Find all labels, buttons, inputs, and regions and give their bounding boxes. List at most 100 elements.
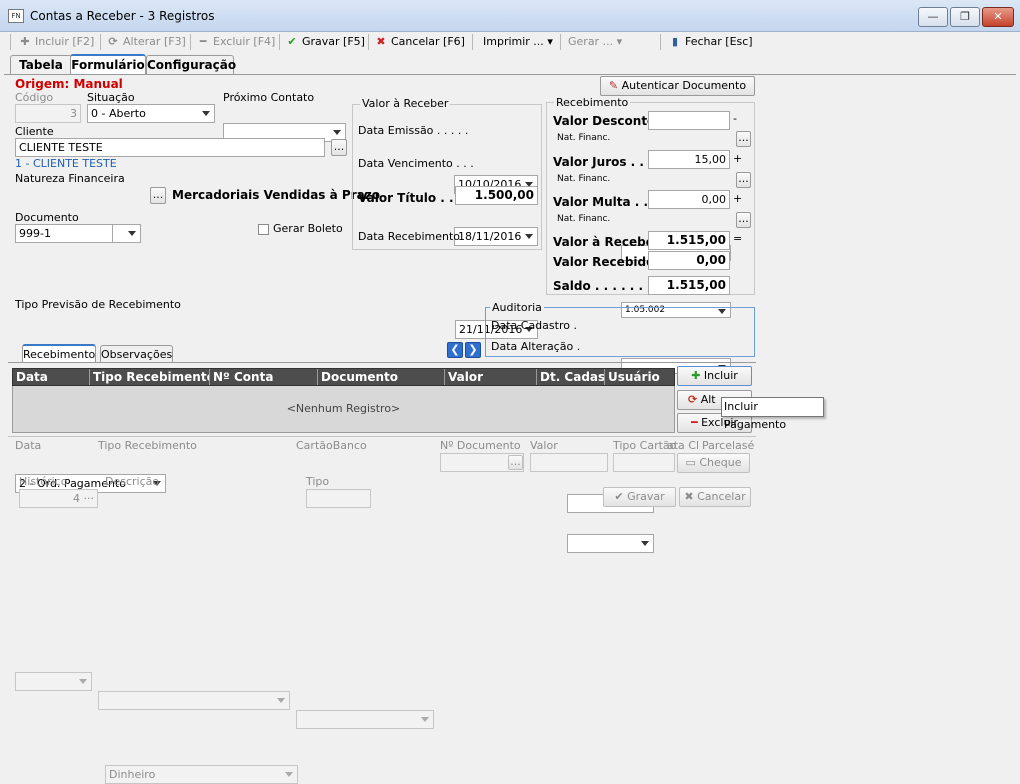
toolbar-separator	[190, 34, 191, 50]
tab-formulario[interactable]: Formulário	[70, 54, 146, 75]
column-header[interactable]: Valor	[445, 369, 537, 385]
cancelar-button[interactable]: ✖ Cancelar [F6]	[374, 32, 465, 52]
detail-cancelar-button[interactable]: ✖ Cancelar	[679, 487, 751, 507]
descricao-select[interactable]: Dinheiro	[105, 765, 298, 784]
saldo-field[interactable]: 1.515,00	[648, 276, 730, 295]
data-alteracao-field[interactable]	[567, 534, 654, 553]
detail-cartao-select[interactable]	[296, 710, 434, 729]
tab-configuracao[interactable]: Configuração	[146, 55, 236, 75]
detail-tipo-cartao-field[interactable]	[613, 453, 675, 472]
juros-field[interactable]: 15,00	[648, 150, 730, 169]
juros-label: Valor Juros . . . .	[553, 155, 662, 169]
detail-data-field[interactable]	[15, 672, 92, 691]
gravar-button[interactable]: ✔ Gravar [F5]	[285, 32, 365, 52]
column-header[interactable]: Nº Conta	[210, 369, 318, 385]
subtab-recebimento[interactable]: Recebimento	[22, 344, 96, 363]
documento-label: Documento	[15, 211, 79, 224]
imprimir-dropdown[interactable]: Imprimir ... ▾	[483, 32, 553, 52]
cliente-link[interactable]: 1 - CLIENTE TESTE	[15, 157, 117, 170]
historico-label: Histórico	[19, 475, 68, 488]
codigo-label: Código	[15, 91, 54, 104]
payments-grid-empty[interactable]: <Nenhum Registro>	[12, 386, 675, 433]
desconto-field[interactable]	[648, 111, 730, 130]
tab-tabela[interactable]: Tabela	[10, 55, 72, 75]
detail-tipo-select[interactable]	[98, 691, 290, 710]
proximo-contato-label: Próximo Contato	[223, 91, 315, 104]
prev-record-button[interactable]: ❮	[447, 342, 463, 358]
cliente-field[interactable]: CLIENTE TESTE	[15, 138, 325, 157]
tipo2-field[interactable]	[306, 489, 371, 508]
incluir-button[interactable]: ✚ Incluir [F2]	[18, 32, 94, 52]
toolbar-separator	[100, 34, 101, 50]
x-icon: ✖	[684, 490, 694, 503]
natureza-label: Natureza Financeira	[15, 172, 125, 185]
natureza-description: Mercadoriais Vendidas à Prazo	[172, 188, 380, 202]
gerar-boleto-checkbox[interactable]	[258, 224, 269, 235]
plus-icon: ✚	[20, 35, 30, 48]
vencimento-date-field[interactable]: 18/11/2016	[454, 227, 538, 246]
minus-icon: ━	[199, 35, 207, 48]
detail-tipo-label: Tipo Recebimento	[98, 439, 197, 452]
nat-financ-3-lookup-button[interactable]: ...	[736, 212, 751, 228]
column-header[interactable]: Dt. Cadastr	[537, 369, 605, 385]
detail-ndoc-lookup-button[interactable]: ...	[508, 455, 523, 470]
cliente-lookup-button[interactable]: ...	[331, 139, 347, 156]
window-title: Contas a Receber - 3 Registros	[30, 9, 215, 23]
column-header[interactable]: Usuário	[605, 369, 674, 385]
emissao-label: Data Emissão . . . . .	[358, 124, 469, 137]
historico-field[interactable]: 4 ···	[19, 489, 98, 508]
vencimento-label: Data Vencimento . . .	[358, 157, 474, 170]
auditoria-legend: Auditoria	[490, 301, 544, 314]
nat-financ-2-label: Nat. Financ.	[557, 174, 611, 184]
subtab-baseline	[8, 362, 756, 363]
multa-field[interactable]: 0,00	[648, 190, 730, 209]
detail-separator	[8, 436, 756, 437]
column-header[interactable]: Tipo Recebimento	[90, 369, 210, 385]
detail-parcela-label: Parcelasé	[702, 439, 755, 452]
codigo-field[interactable]: 3	[15, 104, 81, 123]
a-receber-field[interactable]: 1.515,00	[648, 231, 730, 250]
caret-down-icon: ▾	[616, 35, 623, 48]
a-receber-label: Valor à Receber	[553, 235, 660, 249]
toolbar-separator	[368, 34, 369, 50]
tab-baseline	[4, 74, 1016, 75]
close-window-button[interactable]: ✕	[982, 7, 1014, 27]
subtab-observacoes[interactable]: Observações	[100, 345, 173, 363]
recebido-field[interactable]: 0,00	[648, 251, 730, 270]
toolbar-grip	[10, 34, 11, 50]
nat-financ-1-lookup-button[interactable]: ...	[736, 131, 751, 147]
next-record-button[interactable]: ❯	[465, 342, 481, 358]
column-header[interactable]: Data	[13, 369, 90, 385]
detail-gravar-button[interactable]: ✔ Gravar	[603, 487, 676, 507]
autenticar-documento-button[interactable]: ✎ Autenticar Documento	[600, 76, 755, 96]
alterar-button[interactable]: ⟳ Alterar [F3]	[106, 32, 185, 52]
nat-financ-3-label: Nat. Financ.	[557, 214, 611, 224]
caret-down-icon: ▾	[547, 35, 553, 48]
excluir-button[interactable]: ━ Excluir [F4]	[196, 32, 276, 52]
toolbar-separator	[660, 34, 661, 50]
fechar-button[interactable]: ▮ Fechar [Esc]	[668, 32, 753, 52]
detail-valor-field[interactable]	[530, 453, 608, 472]
detail-data-cl-label: ata Cl	[667, 439, 700, 452]
valor-receber-legend: Valor à Receber	[360, 97, 451, 110]
column-header[interactable]: Documento	[318, 369, 445, 385]
nat-financ-2-lookup-button[interactable]: ...	[736, 172, 751, 188]
detail-cartao-label: CartãoBanco	[296, 439, 367, 452]
valor-titulo-field[interactable]: 1.500,00	[455, 186, 538, 205]
minimize-button[interactable]: —	[918, 7, 948, 27]
check-icon: ✔	[614, 490, 624, 503]
tipo-previsao-label: Tipo Previsão de Recebimento	[15, 298, 181, 311]
toolbar: ✚ Incluir [F2] ⟳ Alterar [F3] ━ Excluir [F4…	[0, 32, 1020, 54]
check-icon: ✔	[287, 35, 297, 48]
incluir-pagamento-button[interactable]: ✚ Incluir	[677, 366, 752, 386]
data-cadastro-label: Data Cadastro .	[491, 319, 577, 332]
cheque-button[interactable]: ▭ Cheque	[677, 453, 750, 473]
situacao-select[interactable]: 0 - Aberto	[87, 104, 215, 123]
desconto-sign: -	[733, 112, 737, 125]
gerar-dropdown[interactable]: Gerar ... ▾	[568, 32, 622, 52]
refresh-icon: ⟳	[688, 393, 698, 406]
door-icon: ▮	[671, 35, 679, 48]
maximize-button[interactable]: ❐	[950, 7, 980, 27]
documento-field[interactable]: 999-1	[15, 224, 113, 243]
natureza-lookup-button[interactable]: ...	[150, 187, 166, 204]
